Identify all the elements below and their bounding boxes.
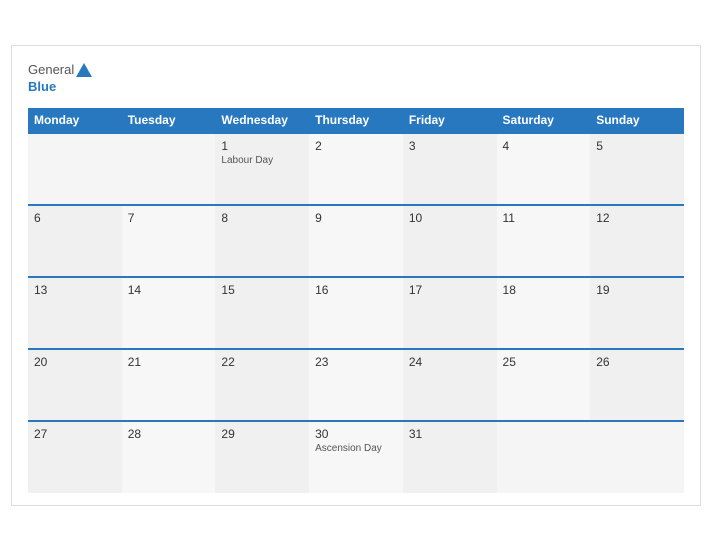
- week-row-2: 6789 10 11 12: [28, 205, 684, 277]
- day-number: 31: [409, 427, 491, 441]
- day-number: 1: [221, 139, 303, 153]
- weekday-monday: Monday: [28, 108, 122, 133]
- day-number: 5: [596, 139, 678, 153]
- day-number: 14: [128, 283, 210, 297]
- calendar-cell: 16: [309, 277, 403, 349]
- calendar-cell: 27: [28, 421, 122, 493]
- week-row-3: 13 14 15 16 17 18 19: [28, 277, 684, 349]
- holiday-label: Ascension Day: [315, 443, 397, 454]
- calendar-cell: 6: [28, 205, 122, 277]
- logo: General Blue: [28, 62, 92, 94]
- calendar-table: MondayTuesdayWednesdayThursdayFridaySatu…: [28, 108, 684, 493]
- week-row-4: 20 21 22 23 24 25 26: [28, 349, 684, 421]
- day-number: 6: [34, 211, 116, 225]
- calendar-cell: 5: [590, 133, 684, 205]
- weekday-header-row: MondayTuesdayWednesdayThursdayFridaySatu…: [28, 108, 684, 133]
- logo-triangle-icon: [76, 63, 92, 77]
- weekday-saturday: Saturday: [497, 108, 591, 133]
- weekday-wednesday: Wednesday: [215, 108, 309, 133]
- calendar-cell: [590, 421, 684, 493]
- calendar-cell: 10: [403, 205, 497, 277]
- day-number: 20: [34, 355, 116, 369]
- day-number: 18: [503, 283, 585, 297]
- calendar-cell: 14: [122, 277, 216, 349]
- logo-general: General: [28, 62, 74, 77]
- calendar-cell: 7: [122, 205, 216, 277]
- week-row-1: 1 Labour Day 2345: [28, 133, 684, 205]
- week-row-5: 27 28 29 30 Ascension Day 31: [28, 421, 684, 493]
- day-number: 12: [596, 211, 678, 225]
- day-number: 2: [315, 139, 397, 153]
- calendar-cell: 9: [309, 205, 403, 277]
- calendar-cell: 19: [590, 277, 684, 349]
- day-number: 23: [315, 355, 397, 369]
- calendar-cell: 31: [403, 421, 497, 493]
- calendar-cell: 11: [497, 205, 591, 277]
- calendar-cell: 23: [309, 349, 403, 421]
- calendar-cell: 20: [28, 349, 122, 421]
- day-number: 25: [503, 355, 585, 369]
- calendar-cell: 21: [122, 349, 216, 421]
- day-number: 22: [221, 355, 303, 369]
- calendar-cell: 13: [28, 277, 122, 349]
- calendar-cell: 12: [590, 205, 684, 277]
- calendar-body: 1Labour Day23456789101112131415161718192…: [28, 133, 684, 493]
- day-number: 7: [128, 211, 210, 225]
- calendar-cell: 15: [215, 277, 309, 349]
- calendar-cell: [122, 133, 216, 205]
- calendar-cell: 22: [215, 349, 309, 421]
- calendar-cell: 4: [497, 133, 591, 205]
- day-number: 27: [34, 427, 116, 441]
- calendar-cell: [28, 133, 122, 205]
- calendar-header-row: MondayTuesdayWednesdayThursdayFridaySatu…: [28, 108, 684, 133]
- calendar-header: General Blue: [28, 62, 684, 94]
- calendar-cell: 26: [590, 349, 684, 421]
- day-number: 21: [128, 355, 210, 369]
- calendar-cell: 18: [497, 277, 591, 349]
- calendar-cell: 29: [215, 421, 309, 493]
- calendar-cell: 24: [403, 349, 497, 421]
- calendar-cell: 28: [122, 421, 216, 493]
- calendar-cell: 17: [403, 277, 497, 349]
- calendar-container: General Blue MondayTuesdayWednesdayThursd…: [11, 45, 701, 506]
- weekday-tuesday: Tuesday: [122, 108, 216, 133]
- day-number: 9: [315, 211, 397, 225]
- day-number: 11: [503, 211, 585, 225]
- calendar-cell: 30 Ascension Day: [309, 421, 403, 493]
- day-number: 29: [221, 427, 303, 441]
- day-number: 19: [596, 283, 678, 297]
- day-number: 15: [221, 283, 303, 297]
- weekday-thursday: Thursday: [309, 108, 403, 133]
- calendar-cell: 8: [215, 205, 309, 277]
- day-number: 10: [409, 211, 491, 225]
- calendar-cell: 25: [497, 349, 591, 421]
- day-number: 4: [503, 139, 585, 153]
- day-number: 17: [409, 283, 491, 297]
- day-number: 28: [128, 427, 210, 441]
- day-number: 3: [409, 139, 491, 153]
- calendar-cell: 1 Labour Day: [215, 133, 309, 205]
- weekday-sunday: Sunday: [590, 108, 684, 133]
- day-number: 26: [596, 355, 678, 369]
- day-number: 30: [315, 427, 397, 441]
- weekday-friday: Friday: [403, 108, 497, 133]
- calendar-cell: 3: [403, 133, 497, 205]
- day-number: 16: [315, 283, 397, 297]
- day-number: 13: [34, 283, 116, 297]
- holiday-label: Labour Day: [221, 155, 303, 166]
- calendar-cell: [497, 421, 591, 493]
- logo-blue: Blue: [28, 79, 56, 94]
- day-number: 8: [221, 211, 303, 225]
- day-number: 24: [409, 355, 491, 369]
- calendar-cell: 2: [309, 133, 403, 205]
